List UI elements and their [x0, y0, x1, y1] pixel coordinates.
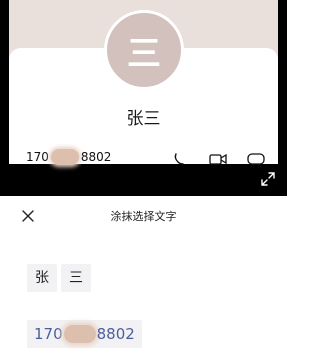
phone-suffix: 8802 — [80, 150, 112, 164]
screen: 三 张三 170 8802 涂抹选择文字 张 三 170 8802 — [0, 0, 287, 360]
phone-icon[interactable] — [171, 153, 189, 165]
contact-actions — [171, 153, 265, 165]
text-chip[interactable]: 张 — [27, 264, 57, 292]
contact-phone[interactable]: 170 8802 — [26, 149, 111, 165]
redaction-mark — [63, 325, 96, 343]
contact-preview: 三 张三 170 8802 — [0, 0, 287, 196]
redaction-mark — [50, 149, 79, 165]
phone-prefix: 170 — [26, 150, 49, 164]
message-icon[interactable] — [247, 153, 265, 165]
expand-icon[interactable] — [261, 172, 275, 186]
phone-suffix: 8802 — [96, 325, 135, 343]
phone-prefix: 170 — [34, 325, 63, 343]
avatar: 三 — [104, 10, 184, 90]
text-select-sheet: 涂抹选择文字 张 三 170 8802 — [0, 196, 287, 360]
contact-name: 张三 — [126, 109, 161, 129]
name-chip-row: 张 三 — [27, 264, 91, 292]
text-chip[interactable]: 三 — [61, 264, 91, 292]
phone-chip-row: 170 8802 — [27, 320, 142, 348]
video-icon[interactable] — [209, 153, 227, 165]
phone-chip[interactable]: 170 8802 — [27, 320, 142, 348]
avatar-initial: 三 — [127, 33, 161, 74]
sheet-title: 涂抹选择文字 — [110, 210, 177, 223]
